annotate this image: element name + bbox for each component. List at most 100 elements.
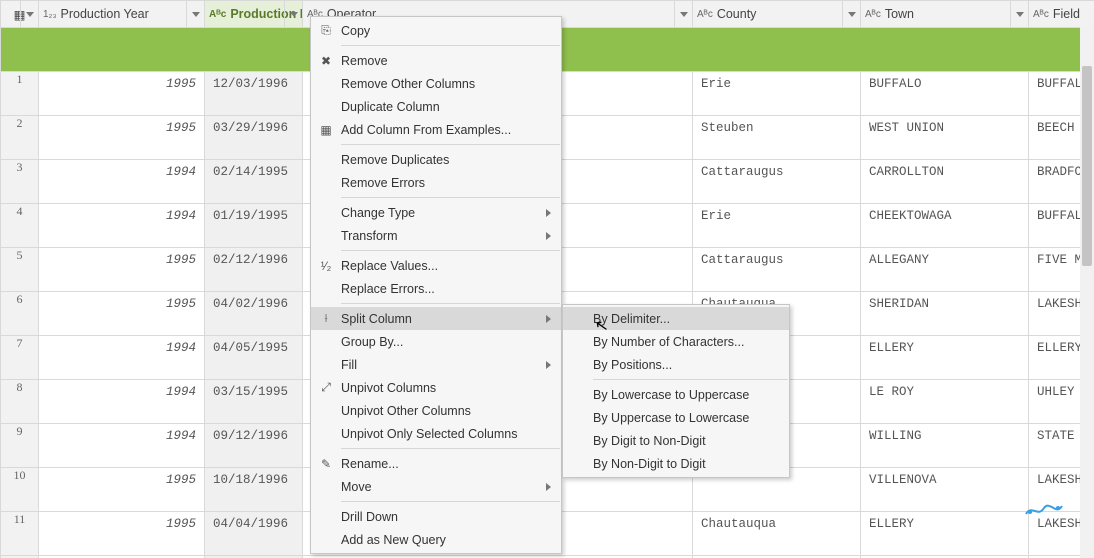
cell-county[interactable]: Chautauqua	[693, 512, 860, 531]
menu-item-label: Drill Down	[341, 510, 541, 524]
submenu-item[interactable]: By Lowercase to Uppercase	[563, 383, 789, 406]
split-column-submenu[interactable]: By Delimiter...By Number of Characters..…	[562, 304, 790, 478]
cell-town[interactable]: WEST UNION	[861, 116, 1028, 135]
row-number[interactable]: 8	[1, 380, 39, 424]
column-header-field[interactable]: AᴮcField	[1029, 1, 1094, 28]
cell-date[interactable]: 03/29/1996	[205, 116, 302, 135]
column-filter-dropdown[interactable]	[674, 1, 692, 27]
row-number[interactable]: 6	[1, 292, 39, 336]
cell-date[interactable]: 12/03/1996	[205, 72, 302, 91]
column-header-county[interactable]: AᴮcCounty	[693, 1, 861, 28]
row-number[interactable]: 4	[1, 204, 39, 248]
cell-date[interactable]: 09/12/1996	[205, 424, 302, 443]
cell-town[interactable]: VILLENOVA	[861, 468, 1028, 487]
menu-item[interactable]: Unpivot Other Columns	[311, 399, 561, 422]
column-filter-dropdown[interactable]	[284, 1, 302, 27]
cell-county[interactable]: Steuben	[693, 116, 860, 135]
menu-item[interactable]: Add as New Query	[311, 528, 561, 551]
column-filter-dropdown[interactable]	[842, 1, 860, 27]
menu-item[interactable]: Move	[311, 475, 561, 498]
cell-date[interactable]: 10/18/1996	[205, 468, 302, 487]
row-number[interactable]: 5	[1, 248, 39, 292]
cell-town[interactable]: WILLING	[861, 424, 1028, 443]
cell-date[interactable]: 04/04/1996	[205, 512, 302, 531]
menu-item[interactable]: Remove Duplicates	[311, 148, 561, 171]
menu-item[interactable]: ¹⁄₂Replace Values...	[311, 254, 561, 277]
menu-item[interactable]: ▦Add Column From Examples...	[311, 118, 561, 141]
column-filter-dropdown[interactable]	[1010, 1, 1028, 27]
row-number[interactable]: 2	[1, 116, 39, 160]
cell-year[interactable]: 1995	[39, 72, 204, 91]
cell-year[interactable]: 1995	[39, 116, 204, 135]
menu-item[interactable]: ⎘Copy	[311, 19, 561, 42]
column-header-year[interactable]: 1₂₃Production Year	[39, 1, 205, 28]
submenu-item[interactable]: By Number of Characters...	[563, 330, 789, 353]
cell-year[interactable]: 1995	[39, 468, 204, 487]
menu-item[interactable]: Unpivot Only Selected Columns	[311, 422, 561, 445]
menu-item[interactable]: Remove Errors	[311, 171, 561, 194]
menu-item[interactable]: ⟊Split Column	[311, 307, 561, 330]
menu-item[interactable]: ⤢Unpivot Columns	[311, 376, 561, 399]
cell-year[interactable]: 1995	[39, 292, 204, 311]
cell-date[interactable]: 02/14/1995	[205, 160, 302, 179]
menu-item[interactable]: Group By...	[311, 330, 561, 353]
menu-item-label: Split Column	[341, 312, 541, 326]
cell-date[interactable]: 04/05/1995	[205, 336, 302, 355]
cell-county[interactable]: Erie	[693, 204, 860, 223]
row-number[interactable]: 7	[1, 336, 39, 380]
cell-date[interactable]: 02/12/1996	[205, 248, 302, 267]
vertical-scrollbar[interactable]	[1080, 26, 1094, 558]
corner-dropdown[interactable]	[20, 1, 38, 27]
cell-year[interactable]: 1995	[39, 248, 204, 267]
submenu-item[interactable]: By Uppercase to Lowercase	[563, 406, 789, 429]
row-number[interactable]: 10	[1, 468, 39, 512]
column-filter-dropdown[interactable]	[186, 1, 204, 27]
cell-date[interactable]: 03/15/1995	[205, 380, 302, 399]
cell-date[interactable]: 01/19/1995	[205, 204, 302, 223]
cell-county[interactable]: Cattaraugus	[693, 160, 860, 179]
row-number[interactable]: 11	[1, 512, 39, 556]
column-label: Production Year	[61, 7, 149, 21]
menu-item[interactable]: Drill Down	[311, 505, 561, 528]
column-header-town[interactable]: AᴮcTown	[861, 1, 1029, 28]
cell-year[interactable]: 1994	[39, 380, 204, 399]
cell-town[interactable]: ALLEGANY	[861, 248, 1028, 267]
cell-town[interactable]: LE ROY	[861, 380, 1028, 399]
row-number[interactable]: 9	[1, 424, 39, 468]
cell-year[interactable]: 1994	[39, 160, 204, 179]
menu-item-label: Remove Other Columns	[341, 77, 541, 91]
column-header-date[interactable]: AᴮcProduction Date Entered	[205, 1, 303, 28]
submenu-item-label: By Lowercase to Uppercase	[593, 388, 789, 402]
select-all-corner[interactable]: ▦	[1, 1, 39, 28]
cell-town[interactable]: ELLERY	[861, 512, 1028, 531]
menu-item[interactable]: Replace Errors...	[311, 277, 561, 300]
cell-town[interactable]: ELLERY	[861, 336, 1028, 355]
cell-year[interactable]: 1995	[39, 512, 204, 531]
cell-town[interactable]: CHEEKTOWAGA	[861, 204, 1028, 223]
submenu-item[interactable]: By Positions...	[563, 353, 789, 376]
menu-item[interactable]: Duplicate Column	[311, 95, 561, 118]
cell-year[interactable]: 1994	[39, 424, 204, 443]
cell-town[interactable]: CARROLLTON	[861, 160, 1028, 179]
row-number[interactable]: 3	[1, 160, 39, 204]
cell-year[interactable]: 1994	[39, 204, 204, 223]
cell-year[interactable]: 1994	[39, 336, 204, 355]
menu-item[interactable]: Fill	[311, 353, 561, 376]
cell-town[interactable]: SHERIDAN	[861, 292, 1028, 311]
cell-county[interactable]: Erie	[693, 72, 860, 91]
menu-item[interactable]: Change Type	[311, 201, 561, 224]
menu-item[interactable]: Remove Other Columns	[311, 72, 561, 95]
submenu-item[interactable]: By Non-Digit to Digit	[563, 452, 789, 475]
row-number[interactable]: 1	[1, 72, 39, 116]
submenu-item[interactable]: By Digit to Non-Digit	[563, 429, 789, 452]
cell-town[interactable]: BUFFALO	[861, 72, 1028, 91]
cell-county[interactable]: Cattaraugus	[693, 248, 860, 267]
column-context-menu[interactable]: ⎘Copy ✖Remove Remove Other Columns Duplicat…	[310, 16, 562, 554]
menu-item[interactable]: ✖Remove	[311, 49, 561, 72]
scrollbar-thumb[interactable]	[1082, 66, 1092, 266]
submenu-arrow-icon	[546, 483, 551, 491]
menu-item[interactable]: Transform	[311, 224, 561, 247]
cell-date[interactable]: 04/02/1996	[205, 292, 302, 311]
submenu-item[interactable]: By Delimiter...	[563, 307, 789, 330]
menu-item[interactable]: ✎Rename...	[311, 452, 561, 475]
